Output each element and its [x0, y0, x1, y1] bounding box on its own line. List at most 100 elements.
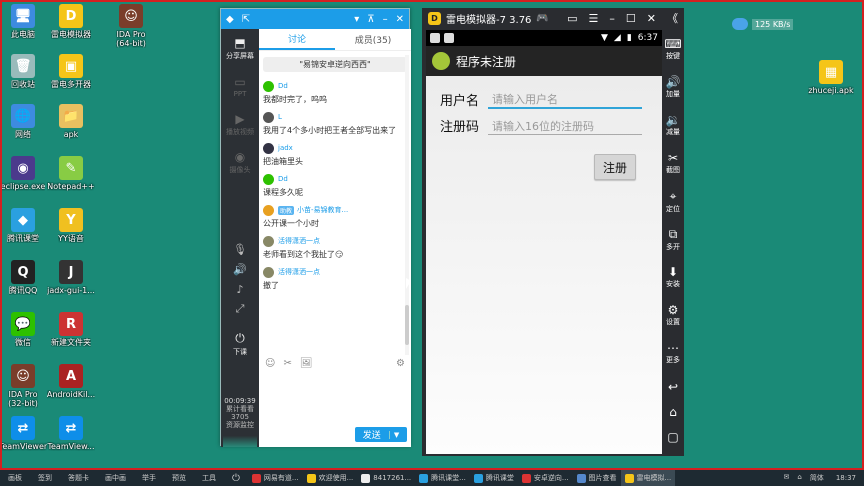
register-code-input[interactable]: 请输入16位的注册码 [488, 117, 642, 135]
desktop-icon[interactable]: Y YY语音 [40, 208, 102, 258]
expand-icon[interactable]: ⤢ [221, 299, 259, 319]
pin-icon[interactable]: ⊼ [367, 14, 374, 25]
recents-icon[interactable]: ▢ [667, 424, 678, 449]
network-icon[interactable]: ⌂ [793, 473, 805, 483]
chat-tabs: 讨论 成员(35) [259, 29, 411, 51]
sender-name[interactable]: 活得潇洒一点 [278, 267, 320, 277]
avatar[interactable] [263, 235, 274, 247]
avatar[interactable] [263, 142, 274, 154]
volume-down-button[interactable]: 🔉 减量 [664, 106, 681, 144]
taskbar-app[interactable]: 腾讯课堂... [415, 470, 470, 486]
menu-icon[interactable]: ☰ [589, 12, 599, 25]
taskbar-app[interactable]: 欢迎使用... [303, 470, 358, 486]
sender-name[interactable]: Dd [278, 82, 288, 90]
sender-name[interactable]: 小苗-易锦教育... [297, 205, 348, 215]
more-button[interactable]: ⋯ 更多 [664, 334, 681, 372]
taskbar-clock[interactable]: 18:37 [828, 474, 864, 482]
emoji-icon[interactable]: ☺ [265, 358, 275, 369]
minimize-icon[interactable]: – [609, 12, 615, 25]
desktop-icon[interactable]: ▣ 雷电多开器 [40, 54, 102, 104]
gamepad-icon[interactable]: 🎮 [536, 13, 548, 24]
power-icon[interactable]: ⏻ [224, 473, 248, 484]
send-options-icon[interactable]: ▼ [388, 430, 399, 439]
desktop-icon[interactable]: 📁 apk [40, 104, 102, 154]
desktop-icon-zhuceji[interactable]: ▦ zhuceji.apk [800, 60, 862, 110]
classroom-tool[interactable]: ▭ PPT [221, 67, 259, 105]
taskbar-tool[interactable]: 答题卡 [60, 473, 97, 483]
taskbar-tool[interactable]: 画中画 [97, 473, 134, 483]
close-icon[interactable]: ✕ [647, 12, 656, 25]
keyboard-icon[interactable]: ▭ [567, 12, 577, 25]
taskbar-app[interactable]: 图片查看 [573, 470, 621, 486]
desktop-icon[interactable]: D 雷电模拟器 [40, 4, 102, 54]
chat-scrollbar[interactable] [405, 55, 409, 355]
keymap-button[interactable]: ⌨ 按键 [664, 30, 681, 68]
app-icon [419, 473, 429, 483]
classroom-tool[interactable]: ◉ 摄像头 [221, 143, 259, 181]
send-button[interactable]: 发送 ▼ [355, 427, 407, 442]
taskbar-app[interactable]: 网易有道... [248, 470, 303, 486]
desktop-icon-label: 雷电模拟器 [51, 30, 91, 39]
home-icon[interactable]: ⌂ [667, 399, 678, 424]
taskbar-app[interactable]: 安卓逆向... [518, 470, 573, 486]
register-button[interactable]: 注册 [594, 154, 636, 180]
taskbar-tool[interactable]: 画板 [0, 473, 30, 483]
avatar[interactable] [263, 204, 274, 216]
mail-icon[interactable]: ✉ [779, 473, 793, 483]
avatar[interactable] [263, 173, 274, 185]
taskbar-tool[interactable]: 预览 [164, 473, 194, 483]
desktop-icon[interactable]: ✎ Notepad++ [40, 156, 102, 206]
minimize-icon[interactable]: – [383, 14, 388, 25]
desktop-icon[interactable]: Jjadx-gui-1... [40, 260, 102, 310]
network-speed-widget[interactable]: 125 KB/s [732, 16, 796, 32]
avatar[interactable] [263, 80, 274, 92]
username-input[interactable]: 请输入用户名 [488, 91, 642, 109]
speaker-icon[interactable]: 🔊 [221, 259, 259, 279]
location-button[interactable]: ⌖ 定位 [664, 182, 681, 220]
ime-label[interactable]: 简体 [806, 473, 828, 483]
image-icon[interactable]: 🖼 [300, 358, 313, 369]
back-icon[interactable]: ↩ [667, 374, 678, 399]
volume-up-button[interactable]: 🔊 加量 [664, 68, 681, 106]
tool-icon: ▶ [235, 111, 245, 126]
share-icon[interactable]: ⇱ [242, 14, 250, 25]
desktop-icon[interactable]: ⇄ TeamView... [40, 416, 102, 466]
avatar[interactable] [263, 111, 274, 123]
settings-button[interactable]: ⚙ 设置 [664, 296, 681, 334]
music-icon[interactable]: ♪ [221, 279, 259, 299]
classroom-toolbar: ⬒ 分享屏幕 ▭ PPT ▶ 播放视频 ◉ 摄像头 🎙 🔊 ♪ ⤢ ⏻ 下课 00:09:39 累计… [221, 29, 259, 447]
desktop-icon[interactable]: R 新建文件夹 [40, 312, 102, 362]
sender-name[interactable]: L [278, 113, 282, 121]
microphone-icon[interactable]: 🎙 [221, 239, 259, 259]
classroom-tool[interactable]: ⬒ 分享屏幕 [221, 29, 259, 67]
taskbar-app[interactable]: 8417261... [357, 470, 415, 486]
scissors-icon[interactable]: ✂ [283, 358, 291, 369]
screenshot-button[interactable]: ✂ 截图 [664, 144, 681, 182]
desktop-icon[interactable]: A AndroidKil... [40, 364, 102, 414]
tab-members[interactable]: 成员(35) [335, 29, 411, 50]
install-button[interactable]: ⬇ 安装 [664, 258, 681, 296]
tab-discuss[interactable]: 讨论 [259, 29, 335, 50]
sender-name[interactable]: Dd [278, 175, 288, 183]
maximize-icon[interactable]: ☐ [626, 12, 636, 25]
end-class-button[interactable]: ⏻ 下课 [221, 325, 259, 363]
multi-instance-button[interactable]: ⧉ 多开 [664, 220, 681, 258]
taskbar-tool[interactable]: 工具 [194, 473, 224, 483]
chat-scrollbar-thumb[interactable] [405, 305, 409, 345]
sender-name[interactable]: jadx [278, 144, 293, 152]
sidebar-label: 减量 [665, 128, 680, 136]
taskbar-tool[interactable]: 举手 [134, 473, 164, 483]
chat-sender: 助教 小苗-易锦教育... [263, 204, 407, 216]
chat-messages[interactable]: "易锦安卓逆向西西" Dd 我都时完了，呜呜 L 我用了4个多小时把王者全部写出来了 j… [259, 53, 411, 353]
chevron-down-icon[interactable]: ▾ [354, 14, 359, 25]
sender-name[interactable]: 活得潇洒一点 [278, 236, 320, 246]
taskbar-tool[interactable]: 签到 [30, 473, 60, 483]
classroom-tool[interactable]: ▶ 播放视频 [221, 105, 259, 143]
gear-icon[interactable]: ⚙ [396, 358, 405, 369]
avatar[interactable] [263, 266, 274, 278]
taskbar-app[interactable]: 雷电模拟... [620, 470, 676, 486]
close-icon[interactable]: ✕ [396, 14, 404, 25]
taskbar-app[interactable]: 腾讯课堂 [470, 470, 518, 486]
desktop-icon[interactable]: ☺ IDA Pro (64-bit) [100, 4, 162, 54]
collapse-sidebar-icon[interactable]: 《 [667, 10, 678, 26]
